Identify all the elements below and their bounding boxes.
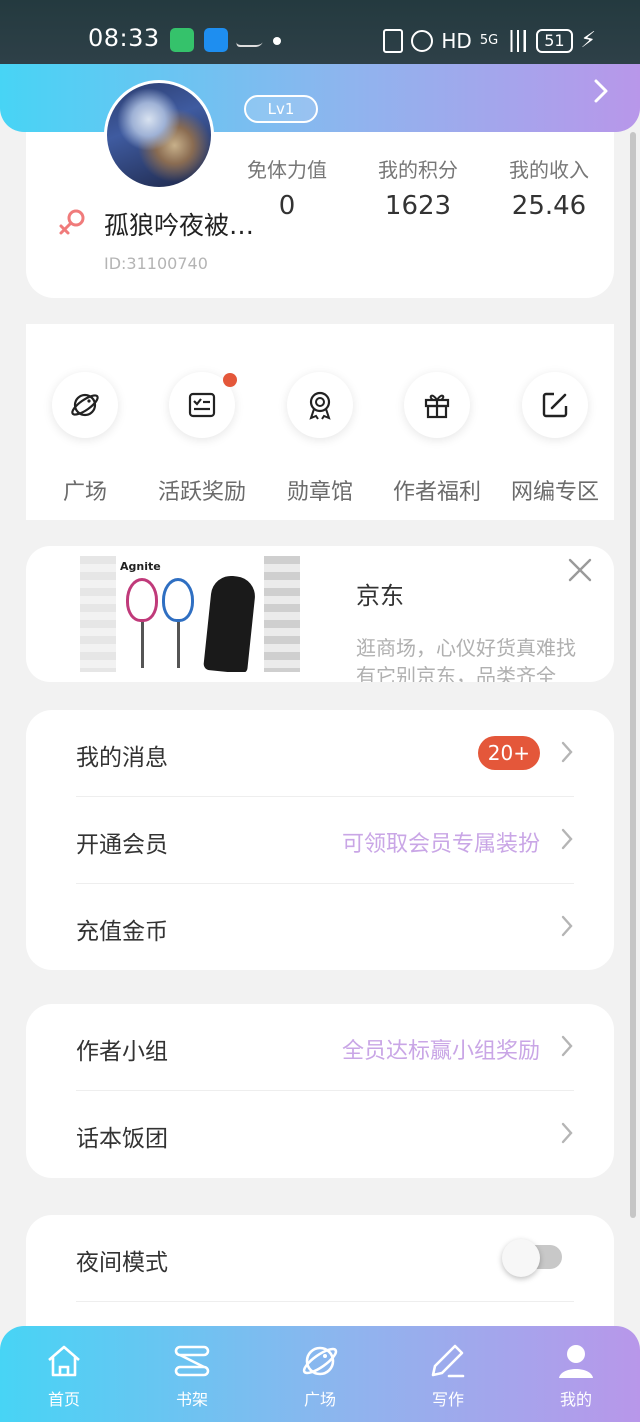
stat-income[interactable]: 我的收入 25.46 [489, 154, 609, 221]
feature-label: 作者福利 [392, 480, 481, 505]
tab-label: 我的 [559, 1390, 592, 1409]
alarm-icon [411, 29, 434, 52]
night-mode-toggle[interactable] [502, 1239, 564, 1277]
status-time: 08:33 [88, 24, 160, 52]
close-icon[interactable] [568, 558, 592, 582]
avatar[interactable] [104, 80, 214, 190]
bottom-tab-bar: 首页 书架 广场 写作 我的 [0, 1326, 640, 1422]
medal-icon [309, 391, 331, 420]
notification-dot [223, 373, 237, 387]
home-icon [48, 1345, 80, 1377]
tab-label: 首页 [47, 1390, 80, 1409]
username: 孤狼吟夜被… [104, 211, 255, 240]
tab-bookshelf[interactable]: 书架 [142, 1340, 242, 1410]
ad-description: 逛商场，心仪好货真难找 有它别京东，品类齐全 [356, 636, 576, 682]
stat-value: 1623 [384, 191, 452, 221]
nfc-icon [383, 28, 404, 53]
profile-header [0, 64, 640, 132]
tab-label: 书架 [175, 1390, 208, 1409]
stat-label: 免体力值 [247, 158, 327, 182]
network-label: HD [441, 28, 472, 53]
status-icons: HD 5G 51 ⚡ [383, 28, 596, 53]
feature-icon-circle [287, 372, 353, 438]
ad-image: Agnite [80, 556, 300, 672]
menu-item-membership[interactable]: 开通会员 可领取会员专属装扮 [76, 797, 574, 884]
chevron-right-icon [561, 1035, 573, 1057]
feature-author-benefits[interactable]: 作者福利 [378, 372, 496, 506]
feature-icon-circle [404, 372, 470, 438]
stat-label: 我的积分 [378, 158, 458, 182]
female-gender-icon [59, 209, 85, 235]
menu-item-night-mode: 夜间模式 [76, 1215, 574, 1302]
feature-editor-zone[interactable]: 网编专区 [496, 372, 614, 506]
signal-label: 5G [479, 33, 499, 48]
feature-label: 勋章馆 [286, 480, 353, 505]
pen-icon [431, 1344, 465, 1378]
notification-app-icon [204, 28, 228, 52]
signal-icon [506, 29, 529, 52]
menu-item-fan-club[interactable]: 话本饭团 [76, 1091, 574, 1178]
more-notifications-dot [273, 37, 281, 45]
user-icon [559, 1345, 593, 1378]
battery-icon: 51 [536, 28, 573, 53]
bookshelf-icon [174, 1345, 210, 1377]
stat-label: 我的收入 [509, 158, 589, 182]
checklist-icon [188, 392, 216, 418]
ad-title: 京东 [356, 582, 404, 610]
racket-image [162, 578, 194, 622]
feature-label: 活跃奖励 [157, 480, 246, 505]
edit-icon [542, 392, 568, 418]
tab-label: 写作 [431, 1390, 464, 1409]
tab-home[interactable]: 首页 [14, 1340, 114, 1410]
menu-item-author-group[interactable]: 作者小组 全员达标赢小组奖励 [76, 1004, 574, 1091]
chevron-right-icon [561, 741, 573, 763]
chevron-right-icon [561, 1122, 573, 1144]
menu-hint: 全员达标赢小组奖励 [341, 1039, 540, 1064]
tab-plaza[interactable]: 广场 [270, 1340, 370, 1410]
feature-icon-circle [522, 372, 588, 438]
scrollbar[interactable] [630, 132, 636, 1218]
tab-me[interactable]: 我的 [526, 1340, 626, 1410]
stat-value: 25.46 [511, 191, 587, 221]
menu-group-account: 我的消息 20+ 开通会员 可领取会员专属装扮 充值金币 [26, 710, 614, 970]
charging-icon: ⚡ [580, 28, 596, 53]
racket-bag-image [203, 573, 257, 672]
planet-icon [71, 393, 99, 417]
tab-label: 广场 [303, 1390, 336, 1409]
chevron-right-icon[interactable] [590, 76, 612, 106]
menu-label: 话本饭团 [76, 1126, 168, 1152]
level-badge: Lv1 [244, 95, 318, 123]
menu-hint: 可领取会员专属装扮 [341, 832, 540, 857]
status-bar: 08:33 HD 5G 51 ⚡ [0, 0, 640, 64]
menu-label: 充值金币 [76, 919, 168, 945]
ad-banner[interactable]: Agnite 京东 逛商场，心仪好货真难找 有它别京东，品类齐全 [26, 546, 614, 682]
feature-label: 网编专区 [510, 480, 599, 505]
feature-plaza[interactable]: 广场 [26, 372, 144, 506]
tab-write[interactable]: 写作 [398, 1340, 498, 1410]
notification-app-icon [235, 31, 267, 47]
menu-label: 作者小组 [76, 1039, 168, 1065]
menu-label: 开通会员 [76, 832, 168, 858]
gift-icon [424, 394, 450, 419]
notification-app-icon [170, 28, 194, 52]
feature-shortcuts: 广场 活跃奖励 勋章馆 作者福利 网编专区 [26, 324, 614, 520]
menu-label: 我的消息 [76, 745, 168, 771]
menu-item-recharge-coins[interactable]: 充值金币 [76, 884, 574, 970]
menu-group-community: 作者小组 全员达标赢小组奖励 话本饭团 [26, 1004, 614, 1178]
feature-label: 广场 [62, 480, 107, 505]
stat-points[interactable]: 我的积分 1623 [358, 154, 478, 221]
feature-medal-hall[interactable]: 勋章馆 [261, 372, 379, 506]
chevron-right-icon [561, 915, 573, 937]
menu-item-messages[interactable]: 我的消息 20+ [76, 710, 574, 797]
racket-image [126, 578, 158, 622]
feature-icon-circle [169, 372, 237, 438]
planet-icon [302, 1346, 338, 1376]
user-id: ID:31100740 [104, 254, 208, 273]
chevron-right-icon [561, 828, 573, 850]
feature-activity-reward[interactable]: 活跃奖励 [143, 372, 261, 506]
ad-brand-label: Agnite [120, 560, 161, 573]
menu-label: 夜间模式 [76, 1250, 168, 1276]
unread-badge: 20+ [477, 736, 540, 770]
feature-icon-circle [52, 372, 118, 438]
